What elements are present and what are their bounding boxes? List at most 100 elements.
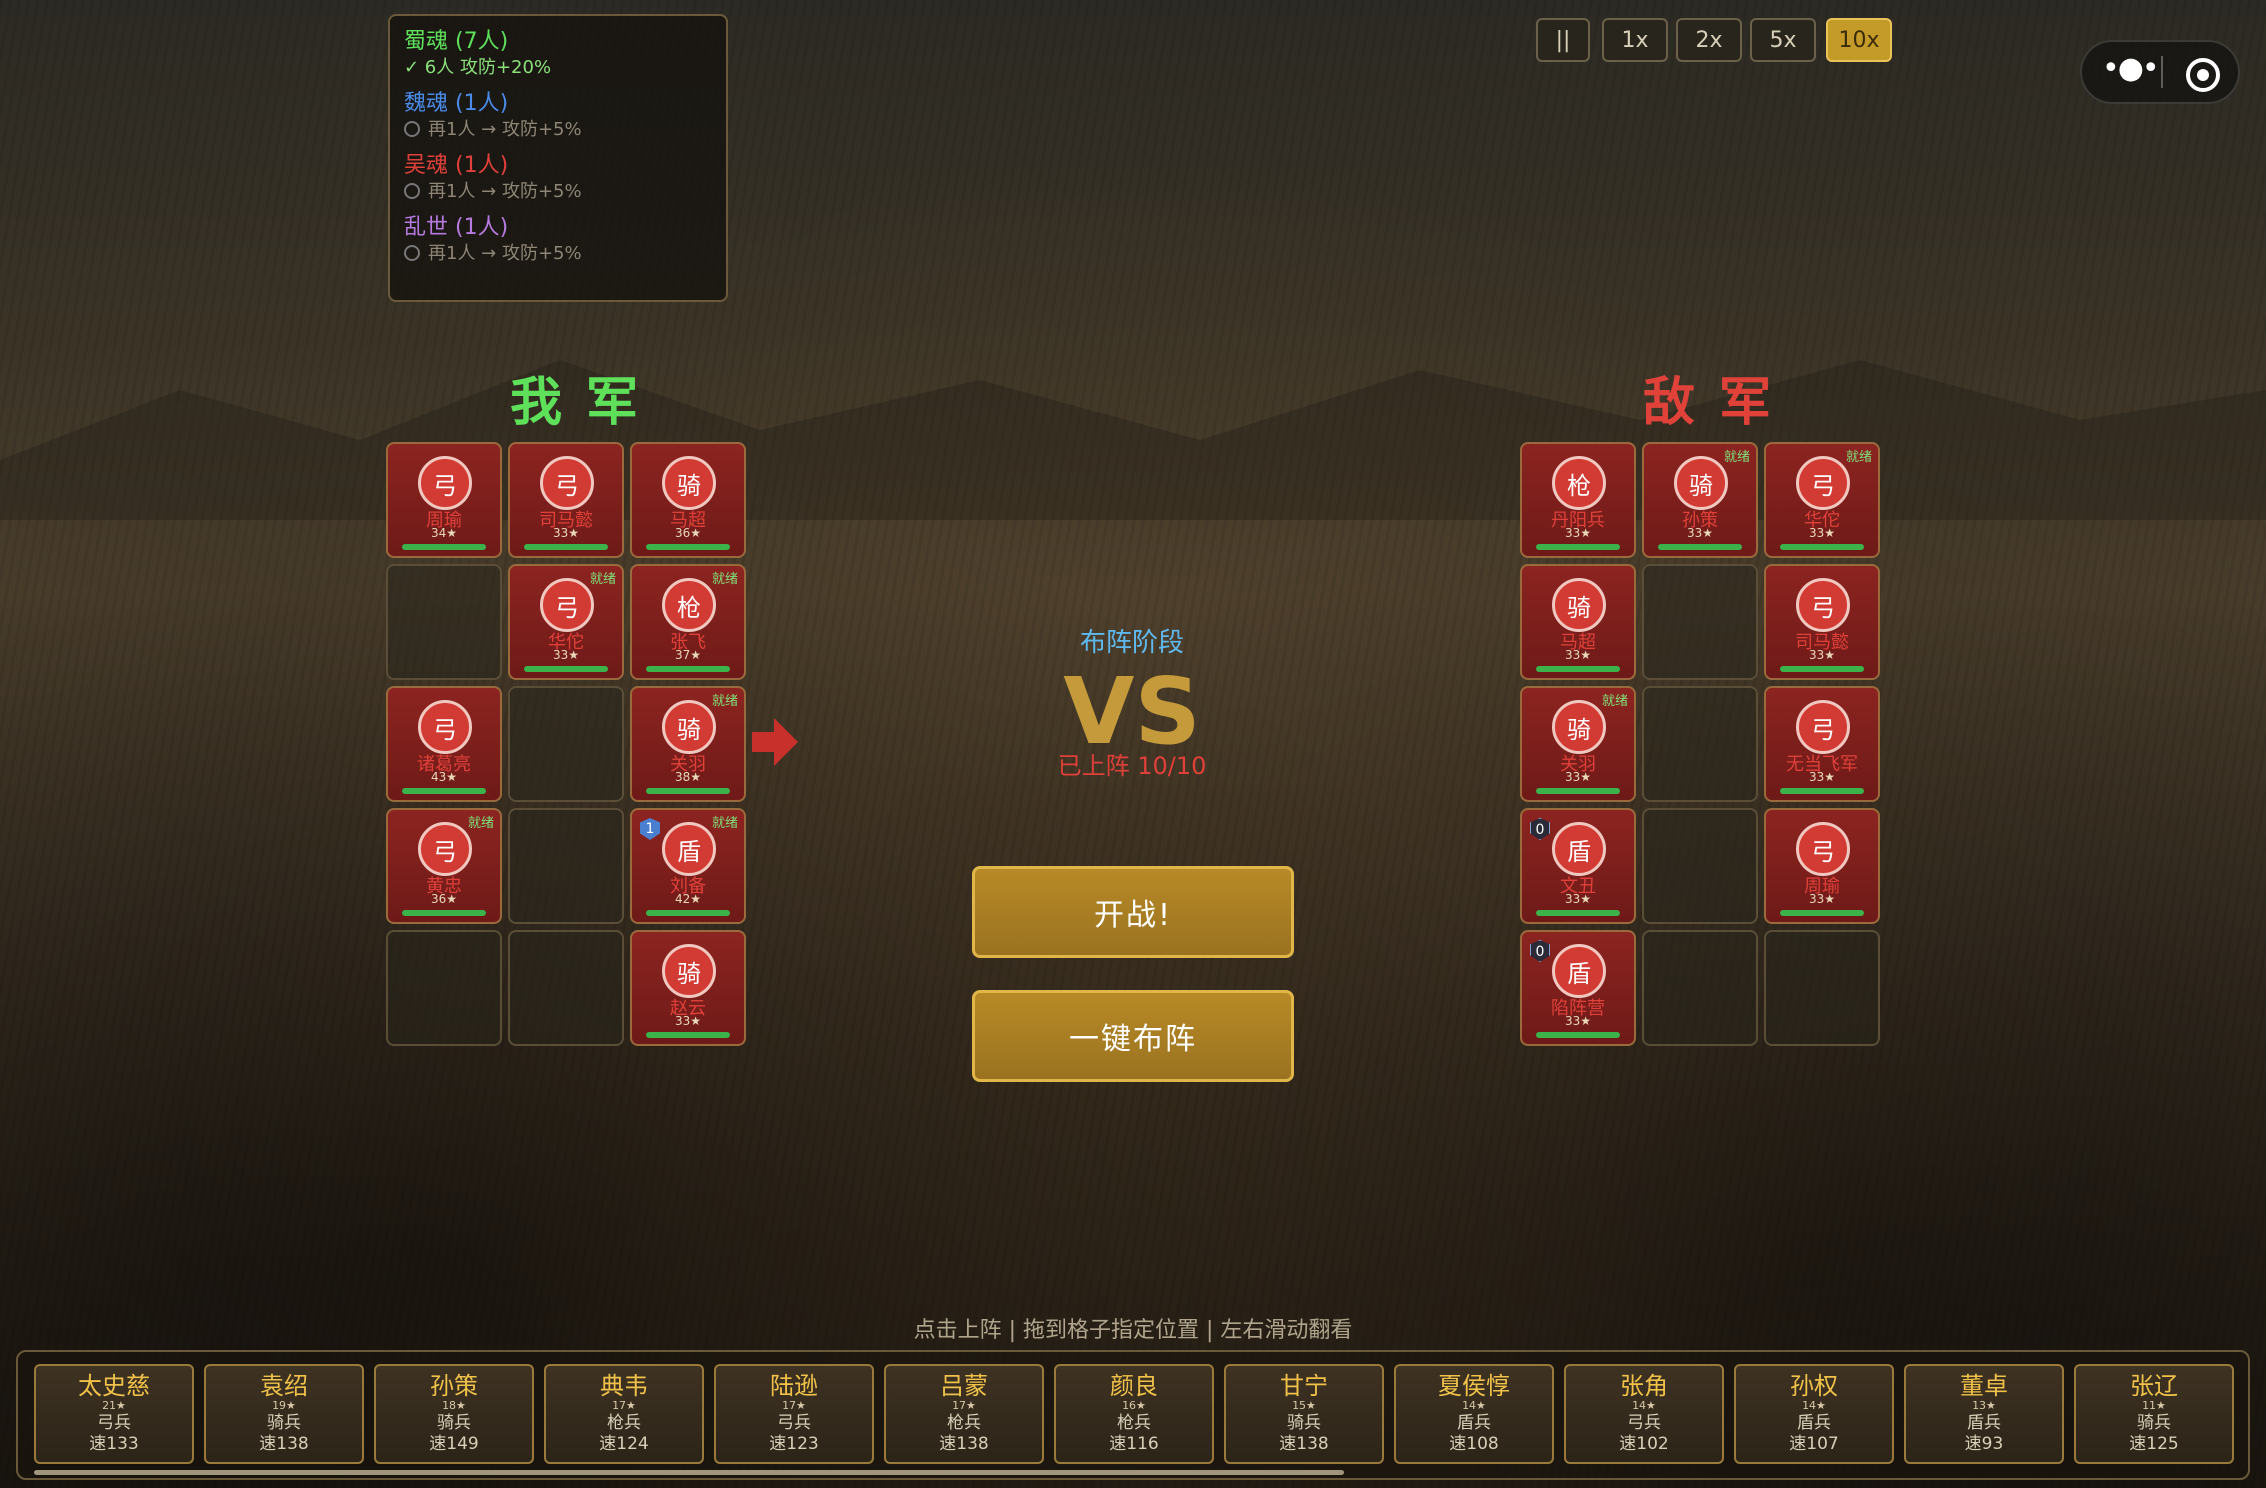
my-unit-cell[interactable]: 骑关羽 38★ 就绪 [630, 686, 746, 802]
hero-type: 骑兵 [2137, 1413, 2171, 1433]
hp-bar [646, 544, 730, 550]
enemy-unit-cell[interactable]: 盾文丑 33★ 0 [1520, 808, 1636, 924]
hero-type: 弓兵 [777, 1413, 811, 1433]
bench-hero-card[interactable]: 董卓 13★ 盾兵 速93 [1904, 1364, 2064, 1464]
enemy-empty-cell[interactable] [1642, 686, 1758, 802]
unit-type-badge: 骑 [1552, 578, 1606, 632]
bench-hero-card[interactable]: 颜良 16★ 枪兵 速116 [1054, 1364, 1214, 1464]
hp-bar [1780, 544, 1864, 550]
hero-bench[interactable]: 太史慈 21★ 弓兵 速133 袁绍 19★ 骑兵 速138 孙策 18★ 骑兵 速149 典韦 17★ 枪… [16, 1350, 2250, 1480]
enemy-unit-cell[interactable]: 弓无当飞军 33★ [1764, 686, 1880, 802]
my-empty-cell[interactable] [508, 930, 624, 1046]
my-unit-cell[interactable]: 枪张飞 37★ 就绪 [630, 564, 746, 680]
start-battle-button[interactable]: 开战! [972, 866, 1294, 958]
hero-type: 枪兵 [1117, 1413, 1151, 1433]
shield-icon: 1 [640, 818, 660, 840]
bench-hero-card[interactable]: 太史慈 21★ 弓兵 速133 [34, 1364, 194, 1464]
pause-button[interactable]: || [1536, 18, 1590, 62]
bench-hero-card[interactable]: 袁绍 19★ 骑兵 速138 [204, 1364, 364, 1464]
hp-bar [402, 788, 486, 794]
hero-name: 张角 [1620, 1372, 1668, 1400]
enemy-empty-cell[interactable] [1642, 808, 1758, 924]
hero-speed: 速133 [89, 1434, 139, 1454]
hero-stars: 17★ [782, 1399, 806, 1412]
speed-10x-button[interactable]: 10x [1826, 18, 1892, 62]
enemy-unit-cell[interactable]: 弓华佗 33★ 就绪 [1764, 442, 1880, 558]
hero-stars: 15★ [1292, 1399, 1316, 1412]
synergy-panel: 蜀魂 (7人) ✓ 6人 攻防+20% 魏魂 (1人) 再1人 → 攻防+5% 吴魂 (… [388, 14, 728, 302]
enemy-unit-cell[interactable]: 骑马超 33★ [1520, 564, 1636, 680]
hero-speed: 速93 [1964, 1434, 2004, 1454]
hp-bar [1780, 666, 1864, 672]
hero-name: 甘宁 [1280, 1372, 1328, 1400]
unit-type-badge: 骑 [662, 456, 716, 510]
unit-type-badge: 弓 [1796, 456, 1850, 510]
synergy-desc-text: 再1人 → 攻防+5% [428, 181, 582, 202]
bench-hero-card[interactable]: 吕蒙 17★ 枪兵 速138 [884, 1364, 1044, 1464]
hero-name: 夏侯惇 [1438, 1372, 1510, 1400]
hp-bar [646, 788, 730, 794]
unit-type-badge: 弓 [1796, 700, 1850, 754]
bench-hero-card[interactable]: 张辽 11★ 骑兵 速125 [2074, 1364, 2234, 1464]
enemy-empty-cell[interactable] [1642, 930, 1758, 1046]
my-unit-cell[interactable]: 弓诸葛亮 43★ [386, 686, 502, 802]
enemy-unit-cell[interactable]: 骑孙策 33★ 就绪 [1642, 442, 1758, 558]
bench-hero-card[interactable]: 陆逊 17★ 弓兵 速123 [714, 1364, 874, 1464]
ready-tag: 就绪 [467, 816, 494, 831]
enemy-unit-cell[interactable]: 盾陷阵营 33★ 0 [1520, 930, 1636, 1046]
my-unit-cell[interactable]: 骑马超 36★ [630, 442, 746, 558]
bench-hero-card[interactable]: 孙权 14★ 盾兵 速107 [1734, 1364, 1894, 1464]
bench-hero-card[interactable]: 夏侯惇 14★ 盾兵 速108 [1394, 1364, 1554, 1464]
bench-hero-card[interactable]: 孙策 18★ 骑兵 速149 [374, 1364, 534, 1464]
my-unit-cell[interactable]: 弓司马懿 33★ [508, 442, 624, 558]
enemy-empty-cell[interactable] [1764, 930, 1880, 1046]
unit-stars: 36★ [674, 526, 702, 540]
my-unit-cell[interactable]: 弓华佗 33★ 就绪 [508, 564, 624, 680]
my-empty-cell[interactable] [508, 686, 624, 802]
bench-hero-card[interactable]: 张角 14★ 弓兵 速102 [1564, 1364, 1724, 1464]
bench-hero-card[interactable]: 甘宁 15★ 骑兵 速138 [1224, 1364, 1384, 1464]
hero-stars: 18★ [442, 1399, 466, 1412]
bench-scrollbar[interactable] [34, 1470, 1344, 1475]
unit-type-badge: 弓 [418, 456, 472, 510]
hero-speed: 速107 [1789, 1434, 1839, 1454]
hero-speed: 速102 [1619, 1434, 1669, 1454]
enemy-empty-cell[interactable] [1642, 564, 1758, 680]
more-menu-icon[interactable]: •●• [2102, 54, 2160, 86]
auto-deploy-button[interactable]: 一键布阵 [972, 990, 1294, 1082]
speed-2x-button[interactable]: 2x [1676, 18, 1742, 62]
close-target-icon[interactable] [2186, 58, 2220, 92]
speed-5x-button[interactable]: 5x [1750, 18, 1816, 62]
hero-speed: 速116 [1109, 1434, 1159, 1454]
speed-1x-button[interactable]: 1x [1602, 18, 1668, 62]
unit-stars: 33★ [1564, 526, 1592, 540]
unit-type-badge: 盾 [1552, 822, 1606, 876]
my-unit-cell[interactable]: 盾刘备 42★ 就绪 1 [630, 808, 746, 924]
hero-type: 骑兵 [267, 1413, 301, 1433]
ready-tag: 就绪 [1723, 450, 1750, 465]
my-empty-cell[interactable] [508, 808, 624, 924]
hp-bar [1780, 788, 1864, 794]
enemy-unit-cell[interactable]: 骑关羽 33★ 就绪 [1520, 686, 1636, 802]
my-unit-cell[interactable]: 弓周瑜 34★ [386, 442, 502, 558]
hp-bar [1536, 666, 1620, 672]
unit-stars: 33★ [674, 1014, 702, 1028]
hero-speed: 速149 [429, 1434, 479, 1454]
unit-type-badge: 弓 [1796, 578, 1850, 632]
enemy-unit-cell[interactable]: 弓周瑜 33★ [1764, 808, 1880, 924]
hero-stars: 21★ [102, 1399, 126, 1412]
hero-name: 孙策 [430, 1372, 478, 1400]
bench-hero-card[interactable]: 典韦 17★ 枪兵 速124 [544, 1364, 704, 1464]
my-empty-cell[interactable] [386, 564, 502, 680]
synergy-title: 蜀魂 (7人) [404, 29, 509, 54]
enemy-unit-cell[interactable]: 枪丹阳兵 33★ [1520, 442, 1636, 558]
my-unit-cell[interactable]: 骑赵云 33★ [630, 930, 746, 1046]
my-army-title: 我军 [510, 373, 663, 433]
synergy-title: 魏魂 (1人) [404, 91, 509, 116]
my-empty-cell[interactable] [386, 930, 502, 1046]
synergy-item: 乱世 (1人) 再1人 → 攻防+5% [404, 214, 712, 266]
enemy-unit-cell[interactable]: 弓司马懿 33★ [1764, 564, 1880, 680]
my-unit-cell[interactable]: 弓黄忠 36★ 就绪 [386, 808, 502, 924]
hero-speed: 速125 [2129, 1434, 2179, 1454]
hero-stars: 14★ [1632, 1399, 1656, 1412]
